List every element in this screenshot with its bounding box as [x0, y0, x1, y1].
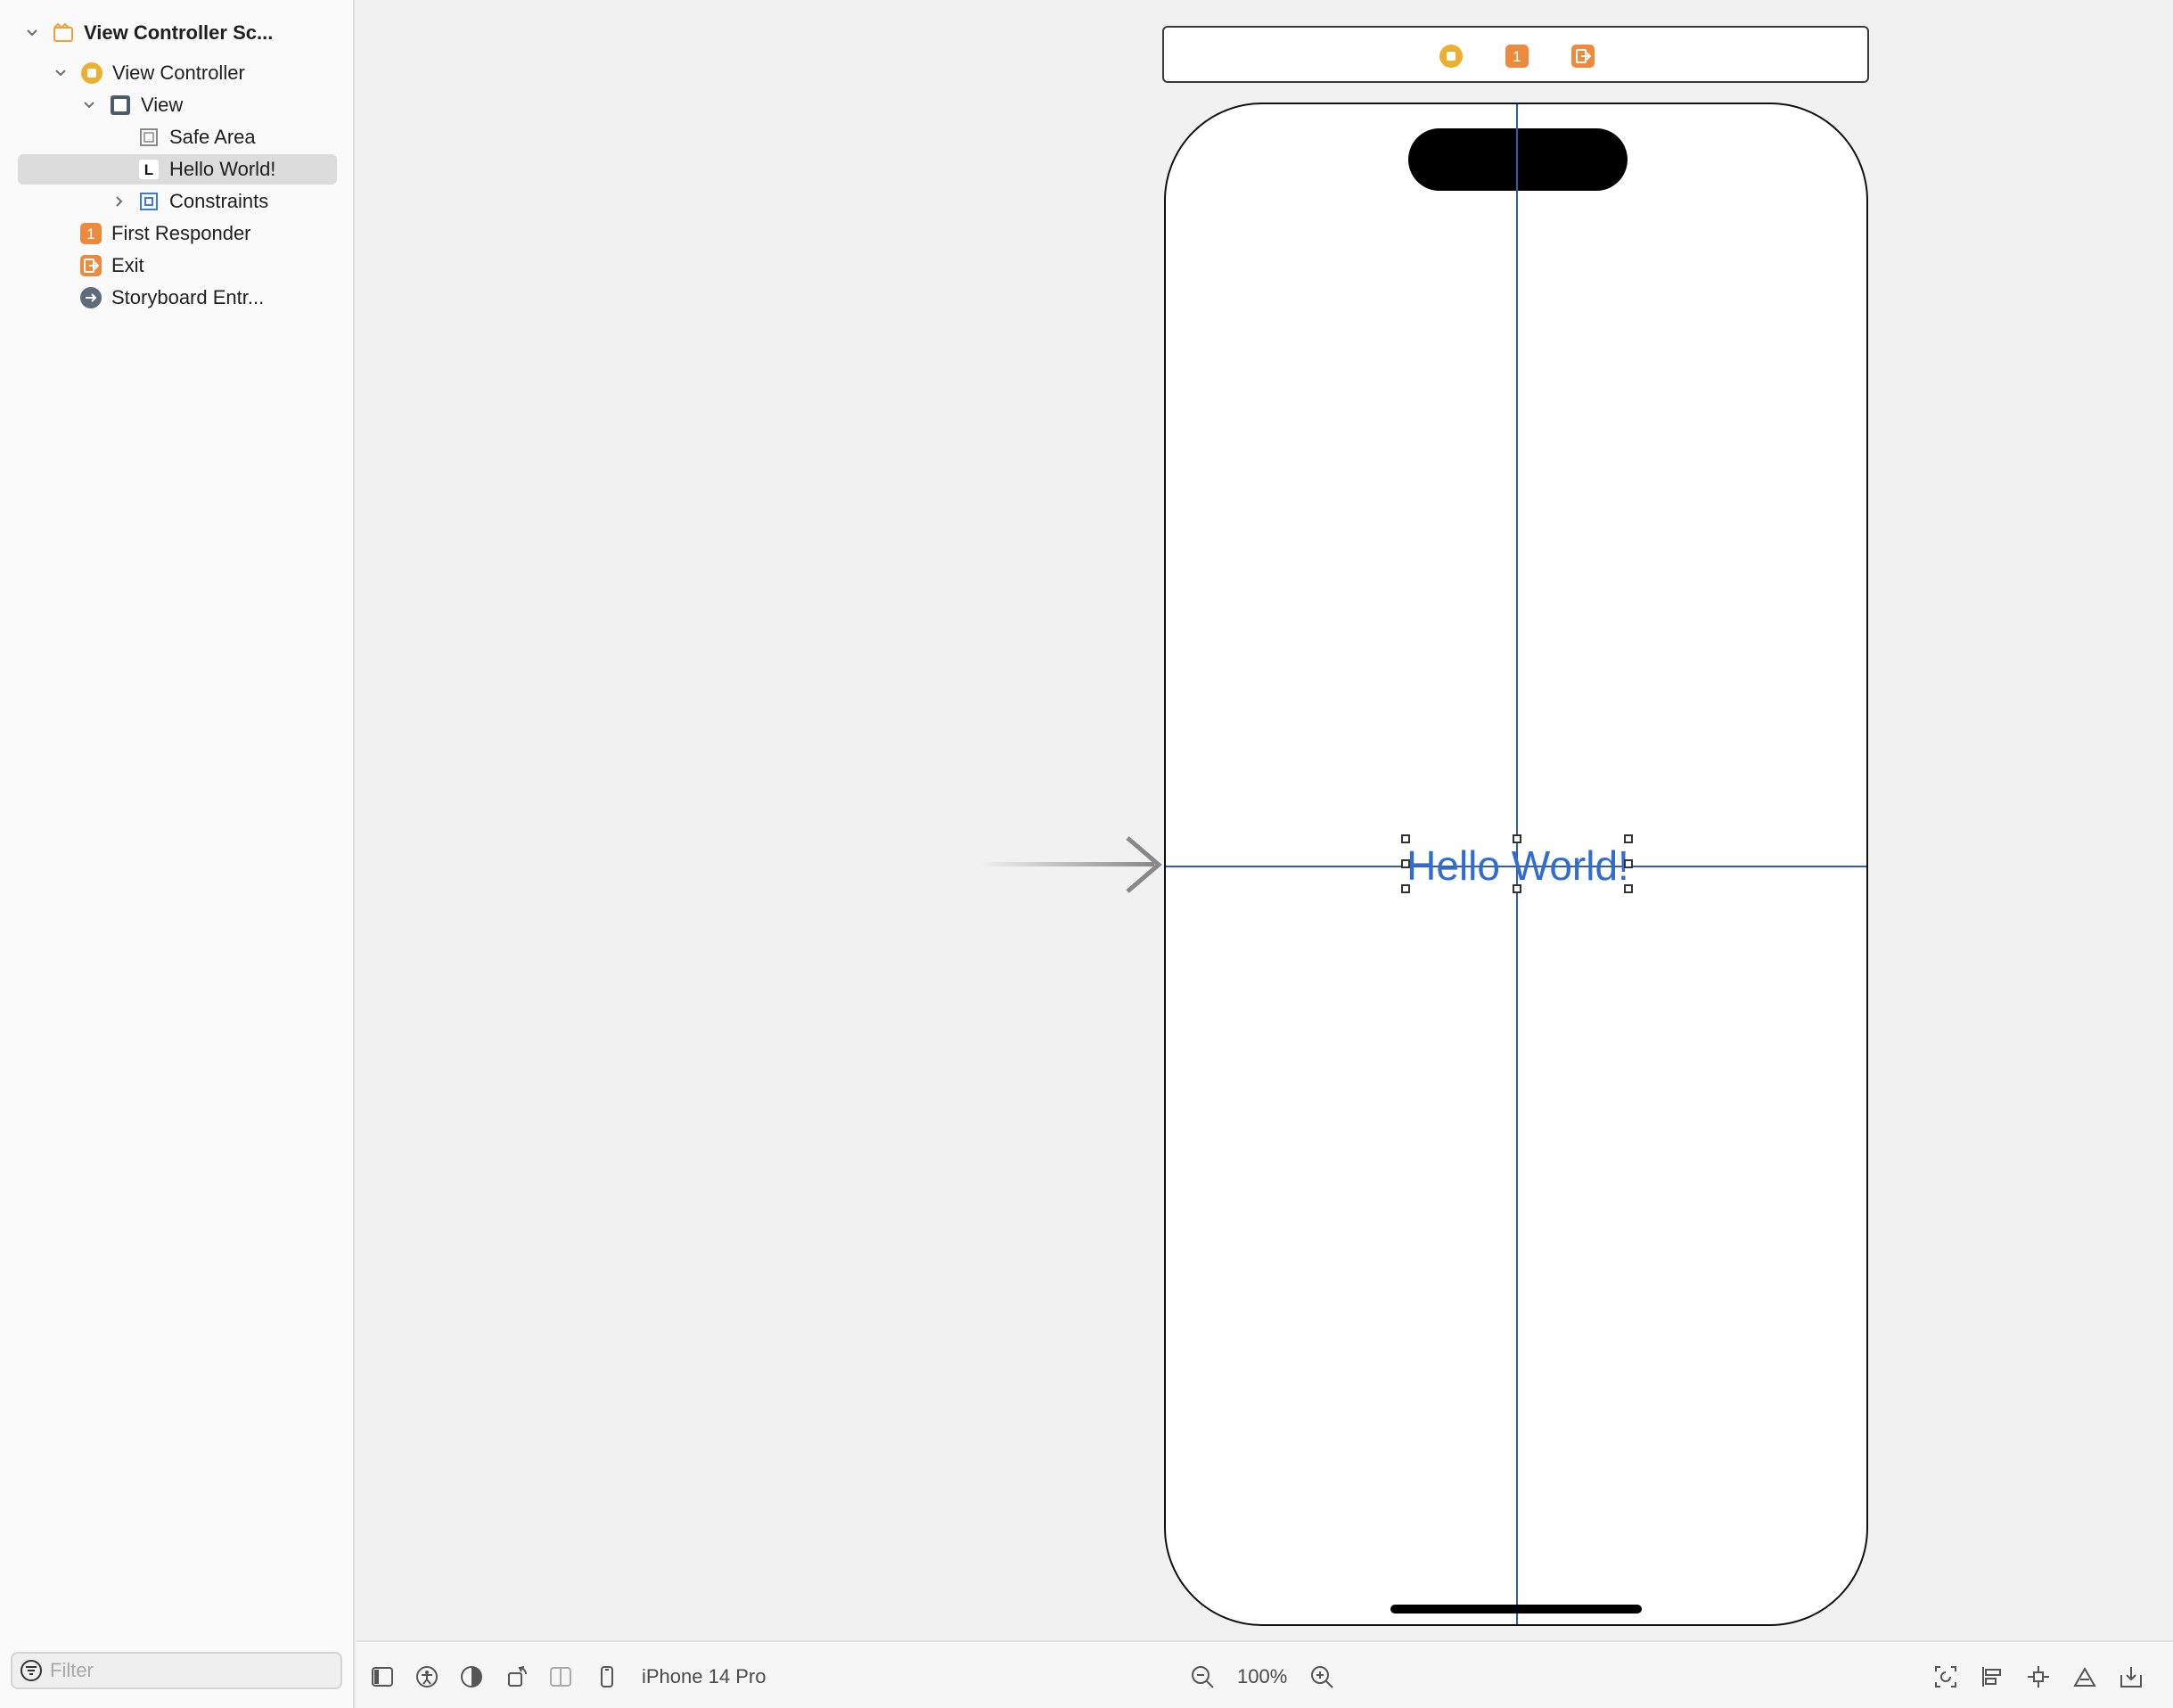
outline-item-constraints[interactable]: Constraints [109, 186, 268, 217]
iphone-frame: Hello World! [1164, 103, 1868, 1626]
align-icon[interactable] [1979, 1663, 2005, 1690]
first-responder-icon[interactable]: 1 [1505, 44, 1529, 69]
storyboard-entry-arrow[interactable] [980, 833, 1168, 895]
outline-item-hello-world[interactable]: L Hello World! [137, 154, 275, 185]
outline-item-label: View Controller Sc... [84, 21, 274, 44]
embed-in-icon[interactable] [2118, 1663, 2144, 1690]
first-responder-icon-glyph: 1 [86, 226, 94, 242]
scene-icon [52, 21, 75, 45]
sidebar-toggle-icon[interactable] [369, 1663, 396, 1690]
resize-handle[interactable] [1513, 884, 1521, 893]
label-icon: L [137, 158, 160, 181]
resize-handle[interactable] [1401, 859, 1410, 868]
view-icon [109, 94, 132, 117]
device-icon[interactable] [594, 1663, 620, 1690]
resize-handle[interactable] [1401, 884, 1410, 893]
document-outline: View Controller Sc... View Controller Vi… [0, 0, 355, 1708]
view-controller-icon [80, 62, 103, 85]
outline-item-label: Hello World! [169, 158, 276, 180]
update-frames-icon[interactable] [1932, 1663, 1959, 1690]
orientation-icon[interactable] [504, 1663, 531, 1690]
dynamic-island [1408, 128, 1628, 191]
chevron-down-icon[interactable] [50, 62, 71, 84]
outline-item-first-responder[interactable]: 1 First Responder [79, 218, 251, 249]
resize-handle[interactable] [1624, 859, 1633, 868]
filter-icon [20, 1659, 43, 1682]
canvas-toolbar: iPhone 14 Pro 100% [357, 1640, 2173, 1708]
outline-item-view[interactable]: View [78, 90, 183, 120]
zoom-level: 100% [1237, 1665, 1288, 1687]
resize-handle[interactable] [1513, 834, 1521, 843]
resize-handle[interactable] [1624, 884, 1633, 893]
outline-item-label: View [141, 94, 184, 116]
zoom-in-icon[interactable] [1308, 1663, 1335, 1690]
accessibility-icon[interactable] [414, 1663, 440, 1690]
dock-first-responder-glyph: 1 [1513, 48, 1521, 65]
outline-item-label: First Responder [111, 222, 251, 244]
exit-icon [79, 254, 102, 277]
resolve-issues-icon[interactable] [2071, 1663, 2098, 1690]
resize-handle[interactable] [1401, 834, 1410, 843]
exit-icon[interactable] [1570, 44, 1595, 69]
outline-item-storyboard-entry[interactable]: Storyboard Entr... [79, 283, 264, 313]
label-icon-glyph: L [144, 161, 153, 178]
safe-area-icon [137, 126, 160, 149]
outline-item-label: Constraints [169, 190, 269, 212]
filter-input[interactable] [48, 1658, 319, 1683]
outline-item-label: Safe Area [169, 126, 256, 148]
outline-item-exit[interactable]: Exit [79, 250, 144, 281]
split-view-icon[interactable] [547, 1663, 574, 1690]
outline-item-safe-area[interactable]: Safe Area [137, 122, 256, 152]
storyboard-canvas[interactable]: 1 Hello World! [357, 0, 2173, 1640]
chevron-down-icon[interactable] [21, 22, 43, 44]
view-controller-icon[interactable] [1439, 44, 1464, 69]
outline-item-label: Storyboard Entr... [111, 286, 265, 308]
outline-item-view-controller[interactable]: View Controller [50, 58, 245, 88]
appearance-icon[interactable] [458, 1663, 485, 1690]
filter-field[interactable] [11, 1652, 342, 1689]
device-name[interactable]: iPhone 14 Pro [642, 1663, 766, 1690]
add-constraints-icon[interactable] [2025, 1663, 2052, 1690]
outline-item-label: View Controller [112, 62, 245, 84]
constraints-icon [137, 190, 160, 213]
scene-dock: 1 [1162, 26, 1869, 83]
first-responder-icon: 1 [79, 222, 102, 245]
chevron-right-icon[interactable] [109, 191, 130, 212]
outline-item-label: Exit [111, 254, 144, 276]
storyboard-entry-icon [79, 286, 102, 309]
outline-item-scene[interactable]: View Controller Sc... [21, 18, 273, 48]
resize-handle[interactable] [1624, 834, 1633, 843]
chevron-down-icon[interactable] [78, 94, 100, 116]
zoom-out-icon[interactable] [1189, 1663, 1216, 1690]
home-indicator [1390, 1605, 1642, 1614]
